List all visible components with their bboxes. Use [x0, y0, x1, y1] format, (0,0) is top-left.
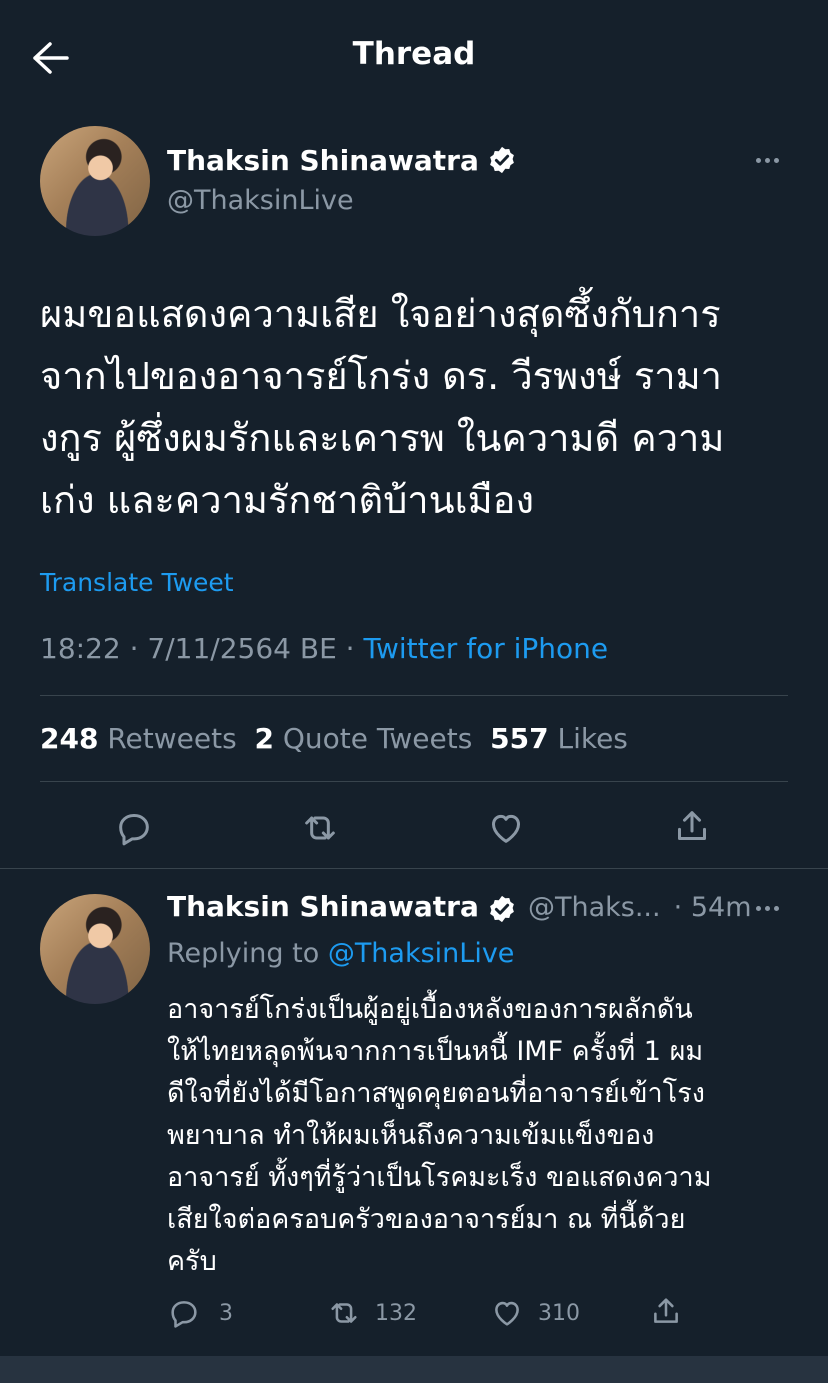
reply-icon[interactable] — [114, 808, 154, 848]
quote-tweets-count: 2 — [254, 722, 274, 755]
quote-tweets-label: Quote Tweets — [282, 722, 473, 755]
replying-to-label: Replying to — [167, 938, 328, 969]
like-icon[interactable] — [486, 808, 526, 848]
retweet-icon[interactable] — [300, 808, 340, 848]
share-icon[interactable] — [672, 806, 712, 846]
author-handle[interactable]: @Thaks... — [528, 892, 661, 923]
author-handle[interactable]: @ThaksinLive — [167, 185, 354, 216]
retweets-stat[interactable]: 248 Retweets — [40, 722, 237, 755]
share-icon[interactable] — [649, 1294, 683, 1328]
timestamp: 18:22 · 7/11/2564 BE · — [40, 632, 364, 665]
tweet-text-line: งกูร ผู้ซึ่งผมรักและเคารพ ในความดี ความ — [40, 416, 725, 460]
divider — [40, 781, 788, 782]
likes-count: 557 — [490, 722, 549, 755]
reply-header: Thaksin Shinawatra @Thaks... · 54m — [167, 890, 752, 924]
reply-text-line: ให้ไทยหลุดพ้นจากการเป็นหนี้ IMF ครั้งที่… — [167, 1036, 704, 1067]
retweet-icon — [331, 1303, 357, 1323]
verified-badge-icon — [490, 146, 514, 173]
retweet-count: 132 — [375, 1300, 417, 1326]
like-count: 310 — [538, 1300, 580, 1326]
avatar[interactable] — [40, 126, 150, 236]
reply-action-reply[interactable]: 3 — [167, 1296, 233, 1330]
reply-text: อาจารย์โกร่งเป็นผู้อยู่เบื้องหลังของการผ… — [167, 989, 797, 1283]
retweets-count: 248 — [40, 722, 99, 755]
reply-text-line: อาจารย์โกร่งเป็นผู้อยู่เบื้องหลังของการผ… — [167, 994, 693, 1025]
tweet-text-line: เก่ง และความรักชาติบ้านเมือง — [40, 478, 535, 522]
reply-text-line: ครับ — [167, 1246, 217, 1277]
divider — [40, 695, 788, 696]
reply-text-line: อาจารย์ ทั้งๆที่รู้ว่าเป็นโรคมะเร็ง ขอแส… — [167, 1162, 712, 1193]
reply-text-line: พยาบาล ทำให้ผมเห็นถึงความเข้มแข็งของ — [167, 1120, 655, 1151]
more-options-icon[interactable] — [756, 158, 779, 163]
author-name[interactable]: Thaksin Shinawatra — [167, 144, 517, 177]
replying-to: Replying to @ThaksinLive — [167, 938, 514, 969]
tweet-stats: 248 Retweets 2 Quote Tweets 557 Likes — [40, 722, 628, 755]
like-icon — [495, 1301, 519, 1326]
quote-tweets-stat[interactable]: 2 Quote Tweets — [255, 722, 473, 755]
reply-action-retweet[interactable]: 132 — [327, 1296, 417, 1330]
replying-to-handle[interactable]: @ThaksinLive — [328, 938, 515, 969]
author-name-text: Thaksin Shinawatra — [167, 144, 479, 177]
tweet-text: ผมขอแสดงความเสีย ใจอย่างสุดซึ้งกับการ จา… — [40, 283, 800, 531]
reply-text-line: เสียใจต่อครอบครัวของอาจารย์มา ณ ที่นี้ด้… — [167, 1204, 686, 1235]
reply-action-like[interactable]: 310 — [490, 1296, 580, 1330]
translate-tweet-link[interactable]: Translate Tweet — [40, 568, 234, 597]
likes-label: Likes — [557, 722, 628, 755]
retweets-label: Retweets — [107, 722, 237, 755]
reply-count: 3 — [219, 1300, 233, 1326]
source-link[interactable]: Twitter for iPhone — [363, 632, 608, 665]
avatar[interactable] — [40, 894, 150, 1004]
reply-time: · 54m — [673, 892, 752, 923]
divider — [0, 868, 828, 869]
author-name[interactable]: Thaksin Shinawatra — [167, 890, 479, 923]
tweet-text-line: จากไปของอาจารย์โกร่ง ดร. วีรพงษ์ รามา — [40, 354, 722, 398]
tweet-meta: 18:22 · 7/11/2564 BE · Twitter for iPhon… — [40, 632, 608, 665]
reply-icon — [171, 1301, 197, 1328]
more-options-icon[interactable] — [756, 906, 779, 911]
verified-badge-icon — [490, 895, 514, 923]
likes-stat[interactable]: 557 Likes — [490, 722, 628, 755]
tweet-text-line: ผมขอแสดงความเสีย ใจอย่างสุดซึ้งกับการ — [40, 292, 721, 336]
reply-text-line: ดีใจที่ยังได้มีโอกาสพูดคุยตอนที่อาจารย์เ… — [167, 1078, 705, 1109]
page-title: Thread — [352, 36, 476, 72]
bottom-bar — [0, 1356, 828, 1383]
